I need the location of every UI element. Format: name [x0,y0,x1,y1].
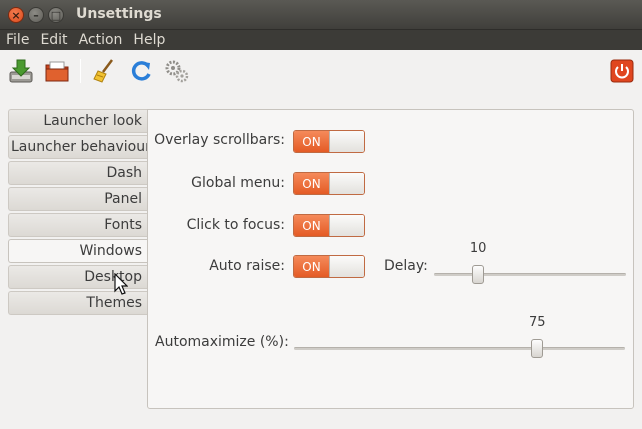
switch-knob [329,131,364,152]
tab-fonts[interactable]: Fonts [8,213,148,237]
close-icon: × [11,8,21,22]
tab-panel[interactable]: Panel [8,187,148,211]
slider-track [434,273,626,276]
settings-button[interactable] [163,57,191,85]
toolbar-separator [80,59,81,83]
mouse-pointer-icon [114,273,128,295]
switch-knob [329,215,364,236]
slider-track [294,347,625,350]
menu-bar: File Edit Action Help [0,30,642,50]
download-icon [9,59,33,83]
maximize-icon: □ [50,8,62,22]
slider-handle[interactable] [531,339,544,358]
power-icon [610,59,634,83]
refresh-button[interactable] [127,57,155,85]
menu-edit[interactable]: Edit [34,32,72,48]
open-folder-icon [45,61,69,82]
click-to-focus-label: Click to focus: [186,217,285,233]
broom-icon [93,59,113,83]
window-title: Unsettings [76,6,162,22]
menu-file[interactable]: File [0,32,34,48]
delay-value: 10 [469,241,487,256]
windows-settings-panel: Overlay scrollbars: ON Global menu: ON C… [147,109,634,409]
menu-help[interactable]: Help [127,32,170,48]
automaximize-value: 75 [529,315,546,330]
gears-icon [165,60,189,83]
clean-button[interactable] [91,57,119,85]
delay-slider[interactable]: 10 [434,241,626,285]
tab-launcher-look[interactable]: Launcher look [8,109,148,133]
auto-raise-switch[interactable]: ON [293,255,365,278]
switch-state-label: ON [294,256,329,277]
refresh-icon [131,61,151,81]
slider-handle[interactable] [472,265,485,284]
global-menu-label: Global menu: [191,175,285,191]
global-menu-switch[interactable]: ON [293,172,365,195]
tab-launcher-behaviour[interactable]: Launcher behaviour [8,135,151,159]
save-button[interactable] [7,57,35,85]
switch-knob [329,256,364,277]
click-to-focus-switch[interactable]: ON [293,214,365,237]
minimize-window-button[interactable]: – [28,7,44,23]
tab-windows[interactable]: Windows [8,239,148,263]
automaximize-label: Automaximize (%): [155,334,289,350]
title-bar: × – □ Unsettings [0,0,642,30]
overlay-scrollbars-label: Overlay scrollbars: [154,132,285,148]
auto-raise-label: Auto raise: [209,258,285,274]
maximize-window-button[interactable]: □ [48,7,64,23]
tab-dash[interactable]: Dash [8,161,148,185]
automaximize-slider[interactable]: 75 [294,315,625,359]
toolbar [0,52,642,90]
switch-state-label: ON [294,215,329,236]
open-button[interactable] [43,57,71,85]
switch-knob [329,173,364,194]
switch-state-label: ON [294,173,329,194]
switch-state-label: ON [294,131,329,152]
close-window-button[interactable]: × [8,7,24,23]
minimize-icon: – [33,8,39,22]
menu-action[interactable]: Action [73,32,128,48]
delay-label: Delay: [384,258,428,274]
overlay-scrollbars-switch[interactable]: ON [293,130,365,153]
quit-button[interactable] [608,57,636,85]
